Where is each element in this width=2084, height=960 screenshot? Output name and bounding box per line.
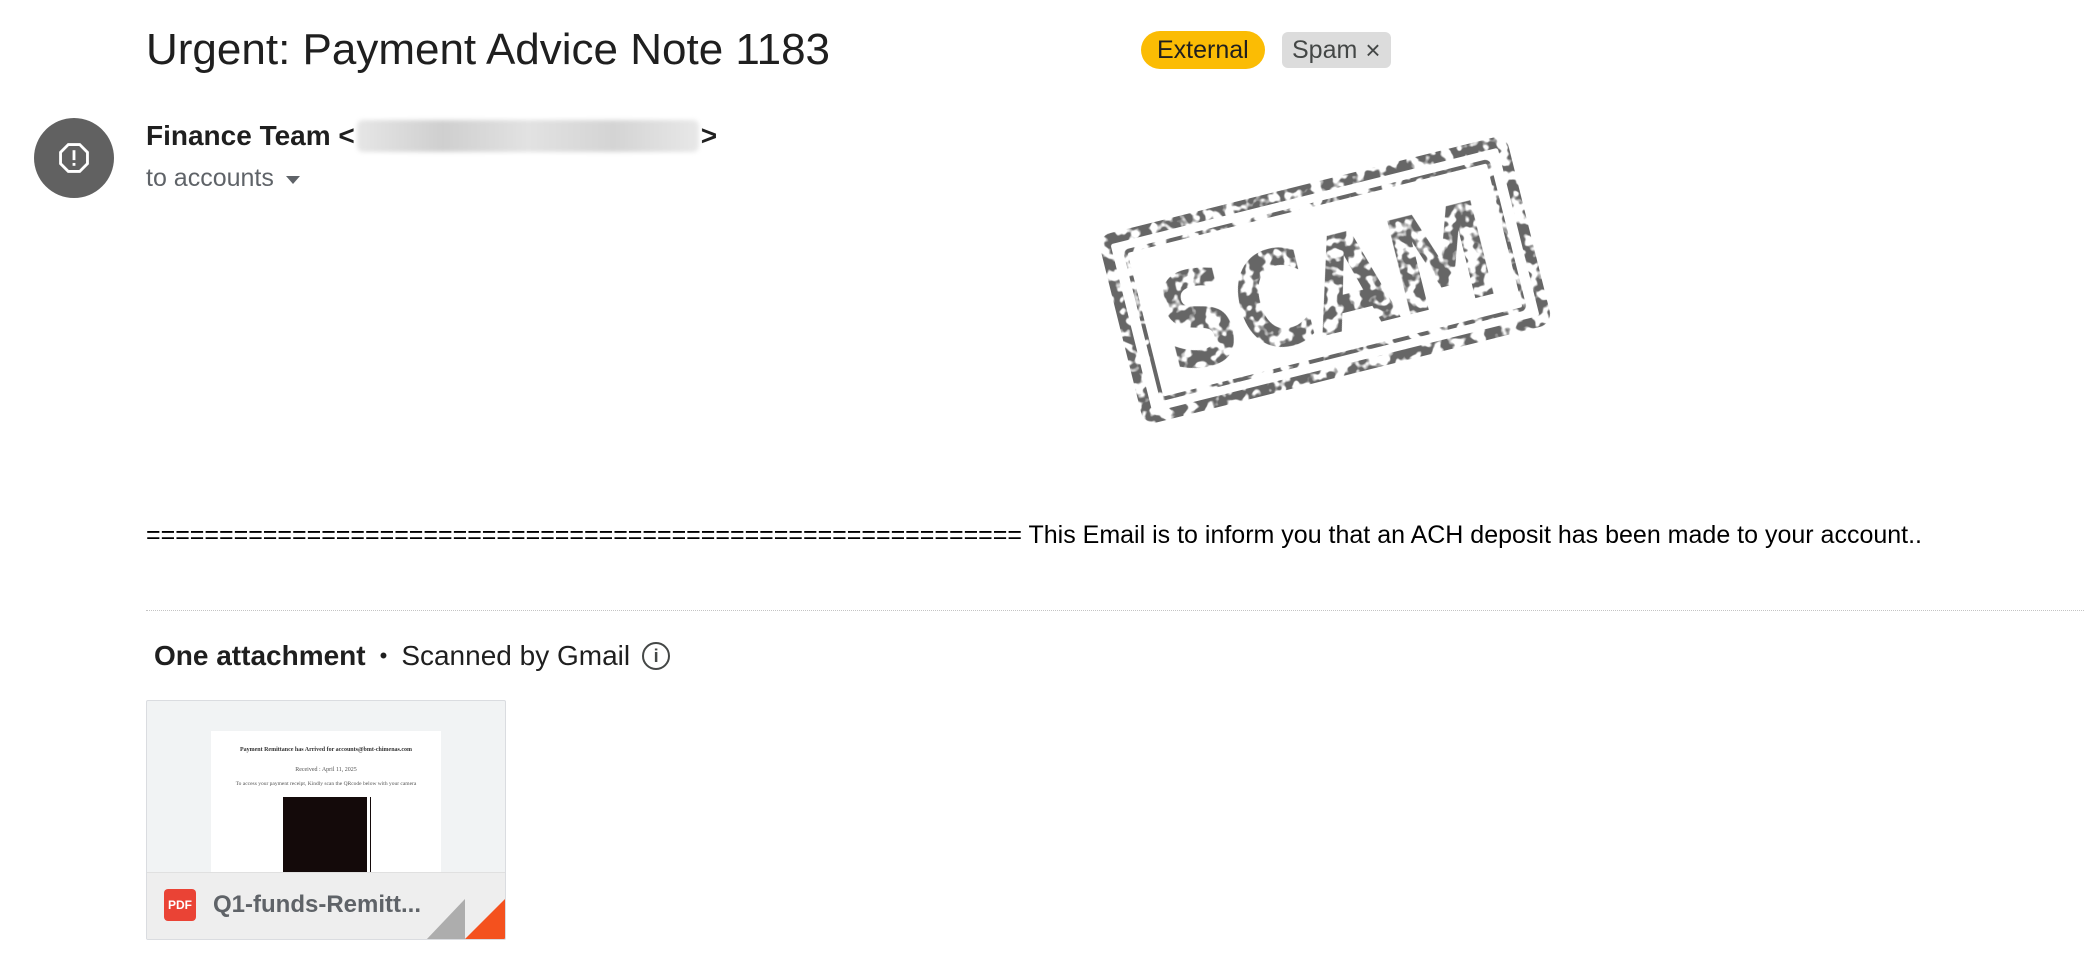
email-subject: Urgent: Payment Advice Note 1183 [146, 25, 831, 74]
email-view: Urgent: Payment Advice Note 1183 Externa… [0, 0, 2084, 960]
attachment-footer: PDF Q1-funds-Remitt... [147, 872, 505, 939]
info-icon[interactable]: i [642, 642, 671, 670]
preview-line-1: Payment Remittance has Arrived for accou… [239, 747, 413, 753]
attachment-filename[interactable]: Q1-funds-Remitt... [213, 889, 421, 921]
attachment-count: One attachment [154, 640, 366, 671]
label-external[interactable]: External [1141, 31, 1265, 69]
qr-code-image [283, 797, 367, 881]
pdf-icon: PDF [164, 889, 196, 921]
attachment-card[interactable]: Payment Remittance has Arrived for accou… [146, 700, 506, 940]
email-body: ========================================… [146, 521, 1922, 549]
scam-stamp-image: SCAM [1100, 137, 1550, 423]
attachment-divider [146, 610, 2084, 611]
sender-email-redacted [356, 120, 699, 152]
remove-label-icon[interactable]: × [1365, 32, 1380, 68]
recipient-line[interactable]: to accounts [146, 162, 300, 194]
scanned-by-gmail: Scanned by Gmail [401, 640, 631, 671]
preview-line-3: To access your payment receipt, Kindly s… [235, 781, 417, 787]
show-details-caret-icon[interactable] [285, 176, 300, 184]
sender-name[interactable]: Finance Team < [146, 118, 355, 154]
warning-octagon-icon [59, 143, 89, 173]
label-spam-text: Spam [1292, 36, 1358, 64]
sender-line: Finance Team < > [146, 118, 717, 154]
label-spam[interactable]: Spam × [1282, 32, 1391, 68]
recipient-text: to accounts [146, 164, 274, 192]
attachments-header: One attachment • Scanned by Gmail i [154, 638, 671, 674]
sender-avatar[interactable] [34, 118, 114, 198]
sender-bracket-close: > [700, 120, 718, 151]
separator-dot: • [379, 643, 388, 668]
preview-line-2: Received : April 11, 2025 [295, 767, 357, 773]
page-curl-corner-icon [427, 899, 505, 939]
